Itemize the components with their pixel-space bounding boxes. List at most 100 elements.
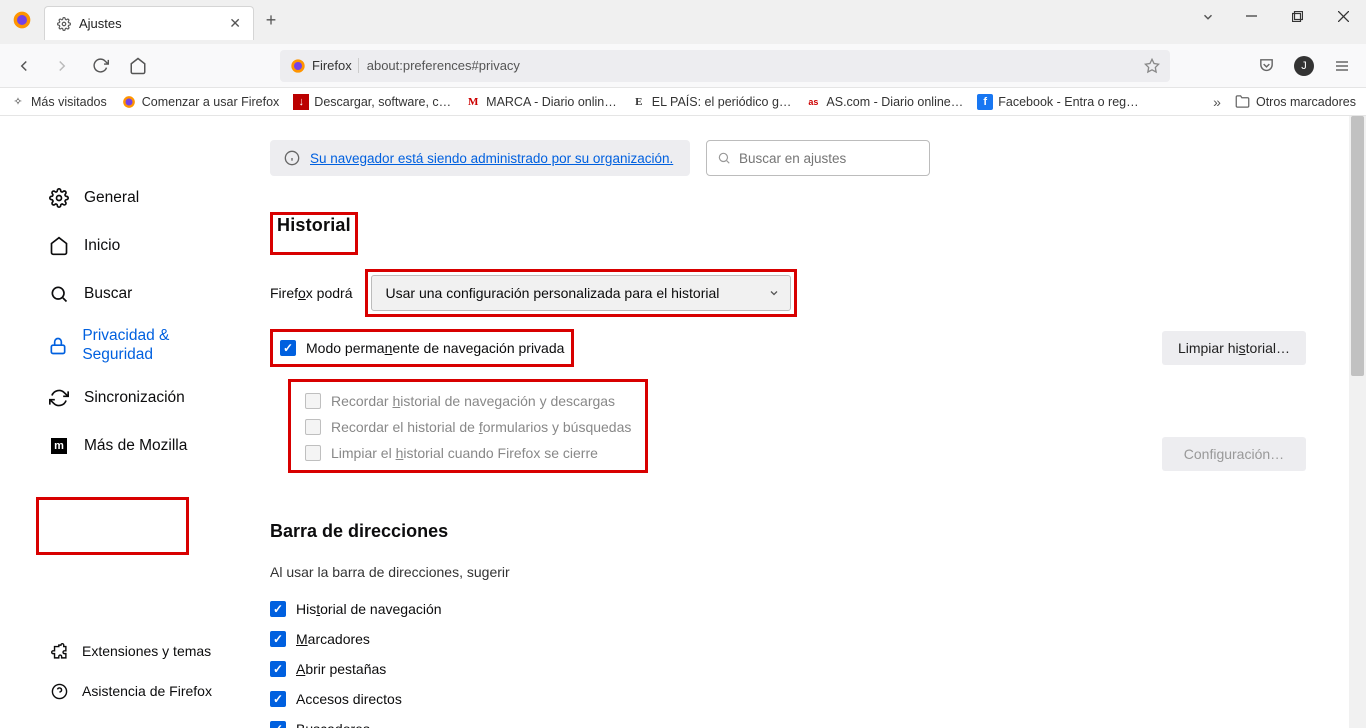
annotation-box: Recordar historial de navegación y desca… <box>288 379 648 473</box>
site-icon: M <box>465 94 481 110</box>
org-managed-banner: Su navegador está siendo administrado po… <box>270 140 690 176</box>
minimize-button[interactable] <box>1228 0 1274 32</box>
tab-close-icon[interactable]: ✕ <box>229 15 241 32</box>
lock-icon <box>48 336 68 356</box>
sidebar-item-inicio[interactable]: Inicio <box>40 224 240 268</box>
bookmark-facebook[interactable]: fFacebook - Entra o reg… <box>977 94 1138 110</box>
checkbox-label: Accesos directos <box>296 691 402 707</box>
menu-button[interactable] <box>1326 50 1358 82</box>
bookmark-marca[interactable]: MMARCA - Diario onlin… <box>465 94 617 110</box>
checkbox-suggest-bookmarks[interactable]: Marcadores <box>270 624 1306 654</box>
checkbox-label: Recordar historial de navegación y desca… <box>331 393 615 409</box>
scrollbar-thumb[interactable] <box>1351 116 1364 376</box>
gear-icon <box>48 188 70 208</box>
checkbox-permanent-private[interactable]: Modo permanente de navegación privada <box>276 335 568 361</box>
avatar-icon: J <box>1294 56 1314 76</box>
bookmark-start-firefox[interactable]: Comenzar a usar Firefox <box>121 94 280 110</box>
sidebar-item-buscar[interactable]: Buscar <box>40 272 240 316</box>
account-button[interactable]: J <box>1288 50 1320 82</box>
sidebar-item-mas-mozilla[interactable]: m Más de Mozilla <box>40 424 240 468</box>
bookmark-other-folder[interactable]: Otros marcadores <box>1235 94 1356 110</box>
checkbox-label: Buscadores <box>296 721 370 728</box>
checkbox-label: Historial de navegación <box>296 601 442 617</box>
annotation-box: Historial <box>270 212 358 255</box>
bookmark-ascom[interactable]: asAS.com - Diario online… <box>805 94 963 110</box>
checkbox-suggest-history[interactable]: Historial de navegación <box>270 594 1306 624</box>
tab-title: Ajustes <box>79 16 221 31</box>
chevron-down-icon <box>768 287 780 299</box>
sidebar-bottom: Extensiones y temas Asistencia de Firefo… <box>40 634 220 708</box>
settings-main: Su navegador está siendo administrado po… <box>240 116 1366 728</box>
gear-icon <box>57 17 71 31</box>
bookmark-descargar[interactable]: ↓Descargar, software, c… <box>293 94 451 110</box>
back-button[interactable] <box>8 50 40 82</box>
sidebar-item-sync[interactable]: Sincronización <box>40 376 240 420</box>
section-addressbar-title: Barra de direcciones <box>270 521 448 542</box>
addressbar-subtitle: Al usar la barra de direcciones, sugerir <box>270 564 1306 580</box>
site-icon: E <box>631 94 647 110</box>
identity-box[interactable]: Firefox <box>290 58 359 74</box>
checkbox-label: Limpiar el historial cuando Firefox se c… <box>331 445 598 461</box>
bookmark-star-icon[interactable] <box>1144 58 1160 74</box>
checkbox-icon <box>305 419 321 435</box>
org-managed-link[interactable]: Su navegador está siendo administrado po… <box>310 151 673 166</box>
checkbox-icon <box>270 721 286 728</box>
checkbox-suggest-shortcuts[interactable]: Accesos directos <box>270 684 1306 714</box>
checkbox-label: Recordar el historial de formularios y b… <box>331 419 631 435</box>
checkbox-suggest-engines[interactable]: Buscadores <box>270 714 1306 728</box>
history-mode-dropdown[interactable]: Usar una configuración personalizada par… <box>371 275 791 311</box>
checkbox-suggest-opentabs[interactable]: Abrir pestañas <box>270 654 1306 684</box>
settings-search-input[interactable] <box>739 151 919 166</box>
sidebar-item-extensiones[interactable]: Extensiones y temas <box>40 634 220 668</box>
checkbox-icon <box>305 393 321 409</box>
checkbox-remember-history[interactable]: Recordar historial de navegación y desca… <box>301 388 635 414</box>
help-icon <box>48 683 70 700</box>
close-window-button[interactable] <box>1320 0 1366 32</box>
url-path: about:preferences#privacy <box>367 58 520 73</box>
new-tab-button[interactable]: + <box>254 0 288 31</box>
url-bar[interactable]: Firefox about:preferences#privacy <box>280 50 1170 82</box>
checkbox-icon <box>270 631 286 647</box>
home-button[interactable] <box>122 50 154 82</box>
home-icon <box>48 236 70 256</box>
pocket-icon[interactable] <box>1250 50 1282 82</box>
checkbox-icon <box>270 691 286 707</box>
checkbox-icon <box>270 661 286 677</box>
section-historial-title: Historial <box>277 215 351 236</box>
sidebar-item-privacidad[interactable]: Privacidad & Seguridad <box>40 320 240 372</box>
checkbox-remember-forms[interactable]: Recordar el historial de formularios y b… <box>301 414 635 440</box>
tabs-dropdown-icon[interactable] <box>1188 0 1228 24</box>
star-outline-icon: ✧ <box>10 94 26 110</box>
sidebar-item-general[interactable]: General <box>40 176 240 220</box>
checkbox-label: Abrir pestañas <box>296 661 386 677</box>
site-icon: f <box>977 94 993 110</box>
bookmark-elpais[interactable]: EEL PAÍS: el periódico g… <box>631 94 792 110</box>
maximize-button[interactable] <box>1274 0 1320 32</box>
settings-search[interactable] <box>706 140 930 176</box>
window-controls <box>1228 0 1366 32</box>
url-app-label: Firefox <box>312 58 359 73</box>
checkbox-clear-on-close[interactable]: Limpiar el historial cuando Firefox se c… <box>301 440 635 466</box>
checkbox-icon <box>270 601 286 617</box>
sidebar-item-asistencia[interactable]: Asistencia de Firefox <box>40 674 220 708</box>
bookmarks-bar: ✧Más visitados Comenzar a usar Firefox ↓… <box>0 88 1366 116</box>
mozilla-icon: m <box>48 438 70 454</box>
tab-ajustes[interactable]: Ajustes ✕ <box>44 6 254 40</box>
forward-button[interactable] <box>46 50 78 82</box>
firefox-logo-icon <box>0 0 44 30</box>
sync-icon <box>48 388 70 408</box>
vertical-scrollbar[interactable] <box>1349 116 1366 728</box>
dropdown-value: Usar una configuración personalizada par… <box>386 285 720 301</box>
puzzle-icon <box>48 643 70 660</box>
history-will-label: Firefox podrá <box>270 285 353 301</box>
annotation-box: Modo permanente de navegación privada <box>270 329 574 367</box>
reload-button[interactable] <box>84 50 116 82</box>
history-config-button[interactable]: Configuración… <box>1162 437 1306 471</box>
bookmark-most-visited[interactable]: ✧Más visitados <box>10 94 107 110</box>
checkbox-label: Modo permanente de navegación privada <box>306 340 564 356</box>
bookmarks-overflow-icon[interactable]: » <box>1213 94 1221 110</box>
clear-history-button[interactable]: Limpiar historial… <box>1162 331 1306 365</box>
folder-icon <box>1235 94 1251 110</box>
nav-toolbar: Firefox about:preferences#privacy J <box>0 44 1366 88</box>
firefox-icon <box>121 94 137 110</box>
